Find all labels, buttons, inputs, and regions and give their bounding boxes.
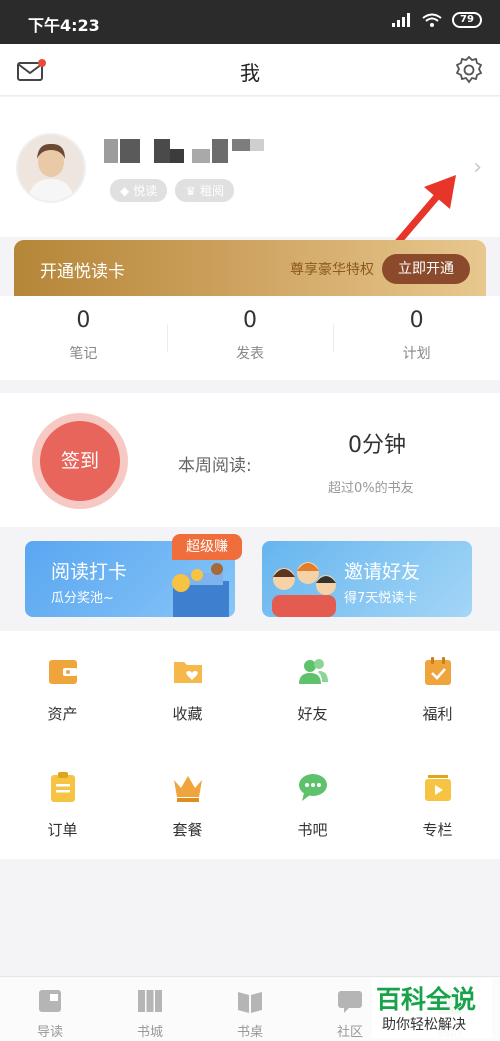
nav-guide[interactable]: 导读 xyxy=(0,977,100,1041)
nav-bookstore[interactable]: 书城 xyxy=(100,977,200,1041)
diamond-icon: ◆ xyxy=(120,183,130,198)
friends-illustration-icon xyxy=(272,562,336,617)
grid-item-columns[interactable]: 专栏 xyxy=(375,747,500,847)
chat-icon xyxy=(299,774,327,801)
open-vip-button[interactable]: 立即开通 xyxy=(382,254,470,284)
grid-item-favorites[interactable]: 收藏 xyxy=(125,631,250,731)
bookstore-icon xyxy=(138,990,162,1012)
stat-notes[interactable]: 0 笔记 xyxy=(0,296,167,380)
bookdesk-icon xyxy=(238,992,262,1013)
settings-gear-icon[interactable] xyxy=(454,55,484,85)
wallet-icon xyxy=(49,660,77,684)
stat-plans[interactable]: 0 计划 xyxy=(333,296,500,380)
vip-card-banner[interactable]: 开通悦读卡 尊享豪华特权 立即开通 xyxy=(14,240,486,296)
column-icon xyxy=(425,775,451,801)
username-redacted xyxy=(104,139,264,165)
grid-item-packages[interactable]: 套餐 xyxy=(125,747,250,847)
grid-item-assets[interactable]: 资产 xyxy=(0,631,125,731)
vip-sub: 尊享豪华特权 xyxy=(290,262,374,278)
badge-zuyue[interactable]: ♛ 租阅 xyxy=(175,179,235,202)
community-icon xyxy=(338,991,362,1013)
crown-small-icon: ♛ xyxy=(185,183,197,198)
signal-icon xyxy=(392,13,410,27)
wifi-icon xyxy=(422,13,442,27)
grid-item-orders[interactable]: 订单 xyxy=(0,747,125,847)
top-header: 我 xyxy=(0,44,500,96)
clipboard-icon xyxy=(51,772,75,802)
grid-item-bookbar[interactable]: 书吧 xyxy=(250,747,375,847)
friends-icon xyxy=(299,659,328,684)
badge-yuedu[interactable]: ◆ 悦读 xyxy=(110,179,168,202)
folder-heart-icon xyxy=(174,662,202,683)
avatar-image xyxy=(18,135,84,201)
status-bar: 下午4:23 79 xyxy=(0,0,500,44)
stats-row: 0 笔记 0 发表 0 计划 xyxy=(0,296,500,380)
week-reading-value: 0分钟 xyxy=(348,433,406,458)
grid-item-friends[interactable]: 好友 xyxy=(250,631,375,731)
feature-grid: 资产 收藏 好友 福利 订单 套餐 书吧 专栏 xyxy=(0,631,500,859)
chevron-right-icon[interactable]: › xyxy=(473,155,482,180)
gift-calendar-icon xyxy=(425,657,451,685)
week-reading-label: 本周阅读: xyxy=(178,456,252,476)
battery-icon: 79 xyxy=(452,12,482,28)
stat-posts[interactable]: 0 发表 xyxy=(166,296,334,380)
page-title: 我 xyxy=(240,61,260,85)
signin-section: 签到 本周阅读: 0分钟 超过0%的书友 xyxy=(0,393,500,527)
coins-illustration-icon xyxy=(172,563,229,617)
crown-icon xyxy=(174,776,202,802)
guide-icon xyxy=(39,990,61,1012)
profile-card[interactable]: ◆ 悦读 ♛ 租阅 › xyxy=(0,97,500,293)
hot-tag-badge: 超级赚 xyxy=(172,534,242,560)
avatar[interactable] xyxy=(18,135,84,201)
promo-banners: 阅读打卡 瓜分奖池~ 邀请好友 得7天悦读卡 xyxy=(0,527,500,631)
watermark-logo: 百科全说 助你轻松解决 xyxy=(372,978,492,1038)
week-reading-rank: 超过0%的书友 xyxy=(328,481,414,496)
nav-bookdesk[interactable]: 书桌 xyxy=(200,977,300,1041)
grid-item-welfare[interactable]: 福利 xyxy=(375,631,500,731)
promo-invite-friends[interactable]: 邀请好友 得7天悦读卡 xyxy=(262,541,472,617)
signin-button[interactable]: 签到 xyxy=(40,421,120,501)
vip-label: 开通悦读卡 xyxy=(40,262,125,282)
status-time: 下午4:23 xyxy=(28,16,100,35)
